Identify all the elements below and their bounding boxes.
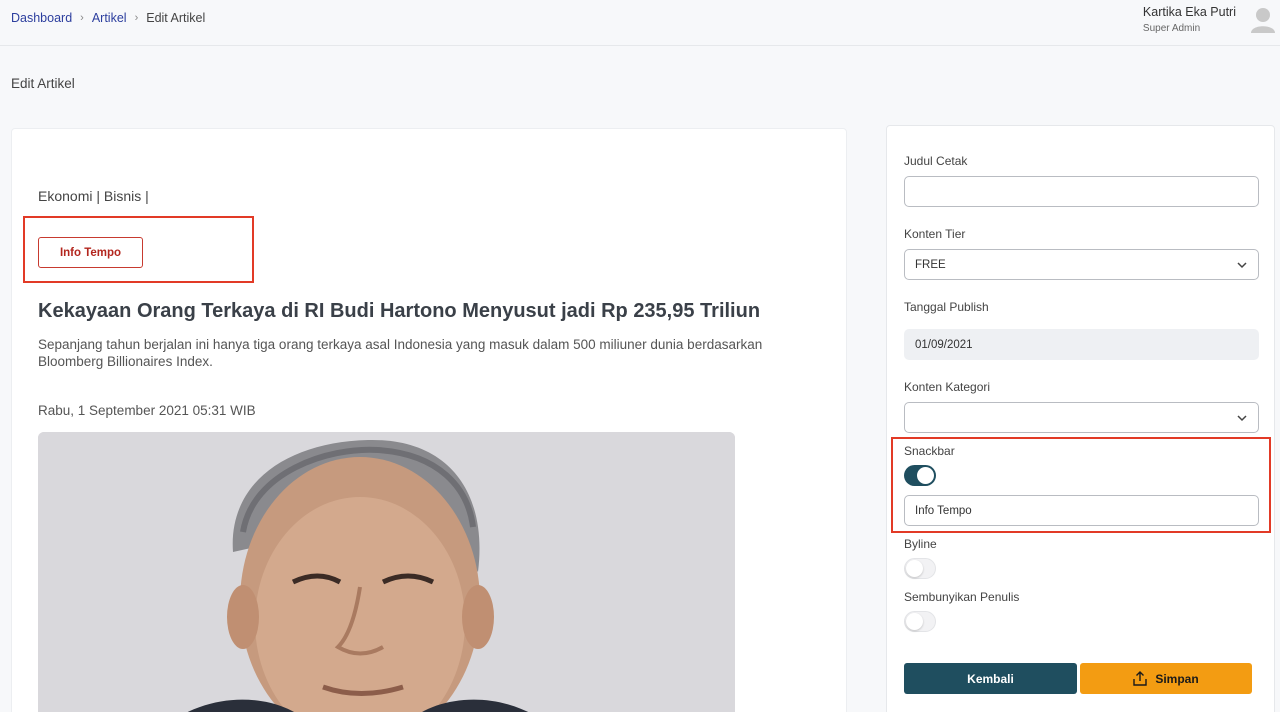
article-photo — [38, 432, 735, 712]
tanggal-publish-input[interactable]: 01/09/2021 — [904, 329, 1259, 360]
article-category: Ekonomi | Bisnis | — [38, 188, 149, 204]
sembunyikan-penulis-toggle[interactable] — [904, 611, 936, 632]
konten-tier-label: Konten Tier — [904, 227, 966, 241]
article-preview-card: Ekonomi | Bisnis | Info Tempo Kekayaan O… — [11, 128, 847, 712]
portrait-image — [38, 432, 735, 712]
save-button-label: Simpan — [1155, 671, 1199, 686]
judul-cetak-input[interactable] — [904, 176, 1259, 207]
user-avatar-icon[interactable] — [1250, 5, 1276, 33]
back-button[interactable]: Kembali — [904, 663, 1077, 694]
upload-icon — [1133, 671, 1148, 686]
chevron-right-icon: › — [80, 12, 84, 24]
highlight-box-snackbar — [891, 437, 1271, 533]
article-headline: Kekayaan Orang Terkaya di RI Budi Harton… — [38, 300, 761, 322]
info-tempo-tag-button[interactable]: Info Tempo — [38, 237, 143, 268]
toggle-knob — [906, 613, 923, 630]
byline-toggle[interactable] — [904, 558, 936, 579]
konten-kategori-select[interactable] — [904, 402, 1259, 433]
konten-kategori-label: Konten Kategori — [904, 380, 991, 394]
konten-tier-select[interactable]: FREE — [904, 249, 1259, 280]
breadcrumb-dashboard[interactable]: Dashboard — [11, 11, 72, 25]
toggle-knob — [906, 560, 923, 577]
tanggal-publish-label: Tanggal Publish — [904, 300, 989, 314]
sembunyikan-penulis-label: Sembunyikan Penulis — [904, 590, 1020, 604]
article-summary: Sepanjang tahun berjalan ini hanya tiga … — [38, 337, 763, 369]
chevron-down-icon — [1237, 262, 1247, 269]
chevron-down-icon — [1237, 415, 1247, 422]
user-name: Kartika Eka Putri — [1142, 5, 1236, 19]
user-info[interactable]: Kartika Eka Putri Super Admin — [1143, 5, 1236, 34]
article-date: Rabu, 1 September 2021 05:31 WIB — [38, 403, 256, 418]
breadcrumb-artikel[interactable]: Artikel — [92, 11, 127, 25]
top-bar: Dashboard › Artikel › Edit Artikel Karti… — [0, 0, 1280, 46]
user-role: Super Admin — [1142, 23, 1201, 34]
byline-label: Byline — [904, 537, 937, 551]
article-settings-card: Judul Cetak Konten Tier FREE Tanggal Pub… — [886, 125, 1275, 712]
breadcrumb-current: Edit Artikel — [146, 11, 206, 25]
konten-tier-value: FREE — [915, 258, 946, 271]
breadcrumb: Dashboard › Artikel › Edit Artikel — [11, 11, 205, 25]
chevron-right-icon: › — [134, 12, 139, 24]
judul-cetak-label: Judul Cetak — [904, 154, 968, 168]
save-button[interactable]: Simpan — [1080, 663, 1252, 694]
page-title: Edit Artikel — [11, 76, 75, 91]
